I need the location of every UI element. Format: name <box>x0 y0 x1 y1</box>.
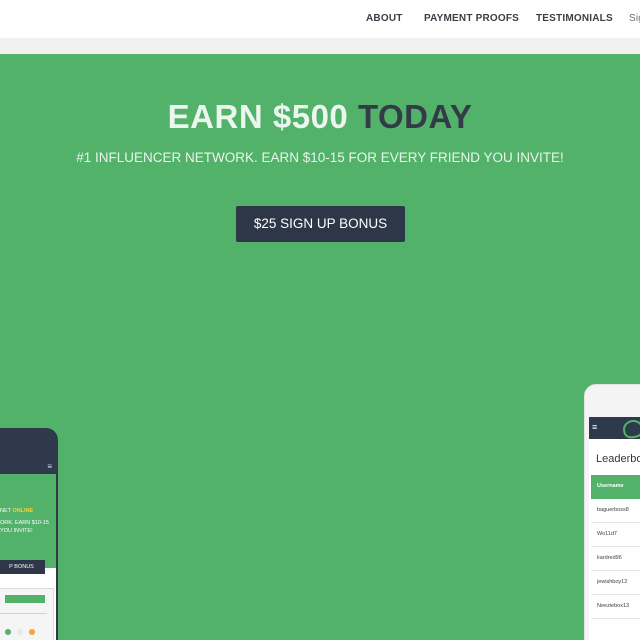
status-dot-icon <box>17 629 23 635</box>
card-divider <box>0 613 47 614</box>
leaderboard-row: Wo11d7 <box>591 523 640 547</box>
leaderboard-username: kardred96 <box>597 555 622 561</box>
right-phone-topbar: ≡ <box>589 417 640 440</box>
headline-today: TODAY <box>357 98 473 135</box>
right-phone-screen: ≡ Leaderboa Username baguerboss8 Wo11d7 … <box>589 417 640 640</box>
left-phone-line2: ORK. EARN $10-15 <box>0 520 49 526</box>
username-column-header: Username <box>597 483 624 489</box>
leaderboard-row: baguerboss8 <box>591 499 640 523</box>
left-phone-screen: ≡ NET ONLINE ORK. EARN $10-15 YOU INVITE… <box>0 460 56 640</box>
left-phone-topbar: ≡ <box>0 460 56 474</box>
leaderboard-title: Leaderboa <box>596 453 640 465</box>
left-phone-bonus-button: P BONUS <box>0 560 45 574</box>
nav-link-payment-proofs[interactable]: PAYMENT PROOFS <box>424 13 519 24</box>
nav-link-testimonials[interactable]: TESTIMONIALS <box>536 13 613 24</box>
leaderboard-row: jewishboy12 <box>591 571 640 595</box>
signup-bonus-button[interactable]: $25 SIGN UP BONUS <box>236 206 405 242</box>
hero-subheadline: #1 INFLUENCER NETWORK. EARN $10-15 FOR E… <box>76 150 564 165</box>
menu-icon: ≡ <box>47 462 52 471</box>
leaderboard-row: kardred96 <box>591 547 640 571</box>
hero-headline: EARN $500 TODAY <box>0 98 640 136</box>
left-phone-online-label: ONLINE <box>12 508 34 514</box>
headline-earn: EARN <box>167 98 273 135</box>
left-phone-line1: NET ONLINE <box>0 508 33 514</box>
nav-divider <box>0 38 640 54</box>
leaderboard-username: Wo11d7 <box>597 531 617 537</box>
leaderboard-row: Neeziebox13 <box>591 595 640 619</box>
left-phone-line3: YOU INVITE! <box>0 528 33 534</box>
leaderboard-username: jewishboy12 <box>597 579 628 585</box>
leaderboard-header-row: Username <box>591 475 640 499</box>
leaderboard-username: Neeziebox13 <box>597 603 630 609</box>
status-dot-icon <box>5 629 11 635</box>
left-phone-mockup: ≡ NET ONLINE ORK. EARN $10-15 YOU INVITE… <box>0 428 58 640</box>
left-phone-card-bar <box>5 595 45 603</box>
nav-link-sign-in[interactable]: Sig <box>629 13 640 24</box>
brand-logo-icon <box>621 418 640 440</box>
right-phone-mockup: ≡ Leaderboa Username baguerboss8 Wo11d7 … <box>584 384 640 640</box>
menu-icon: ≡ <box>592 422 598 432</box>
left-phone-line1-prefix: NET <box>0 508 13 514</box>
nav-link-about[interactable]: ABOUT <box>366 13 403 24</box>
status-dot-icon <box>29 629 35 635</box>
top-navbar: ABOUT PAYMENT PROOFS TESTIMONIALS Sig <box>0 0 640 38</box>
hero-section: EARN $500 TODAY #1 INFLUENCER NETWORK. E… <box>0 54 640 640</box>
left-phone-card <box>0 588 54 640</box>
headline-amount: $500 <box>272 98 358 135</box>
leaderboard-username: baguerboss8 <box>597 507 629 513</box>
